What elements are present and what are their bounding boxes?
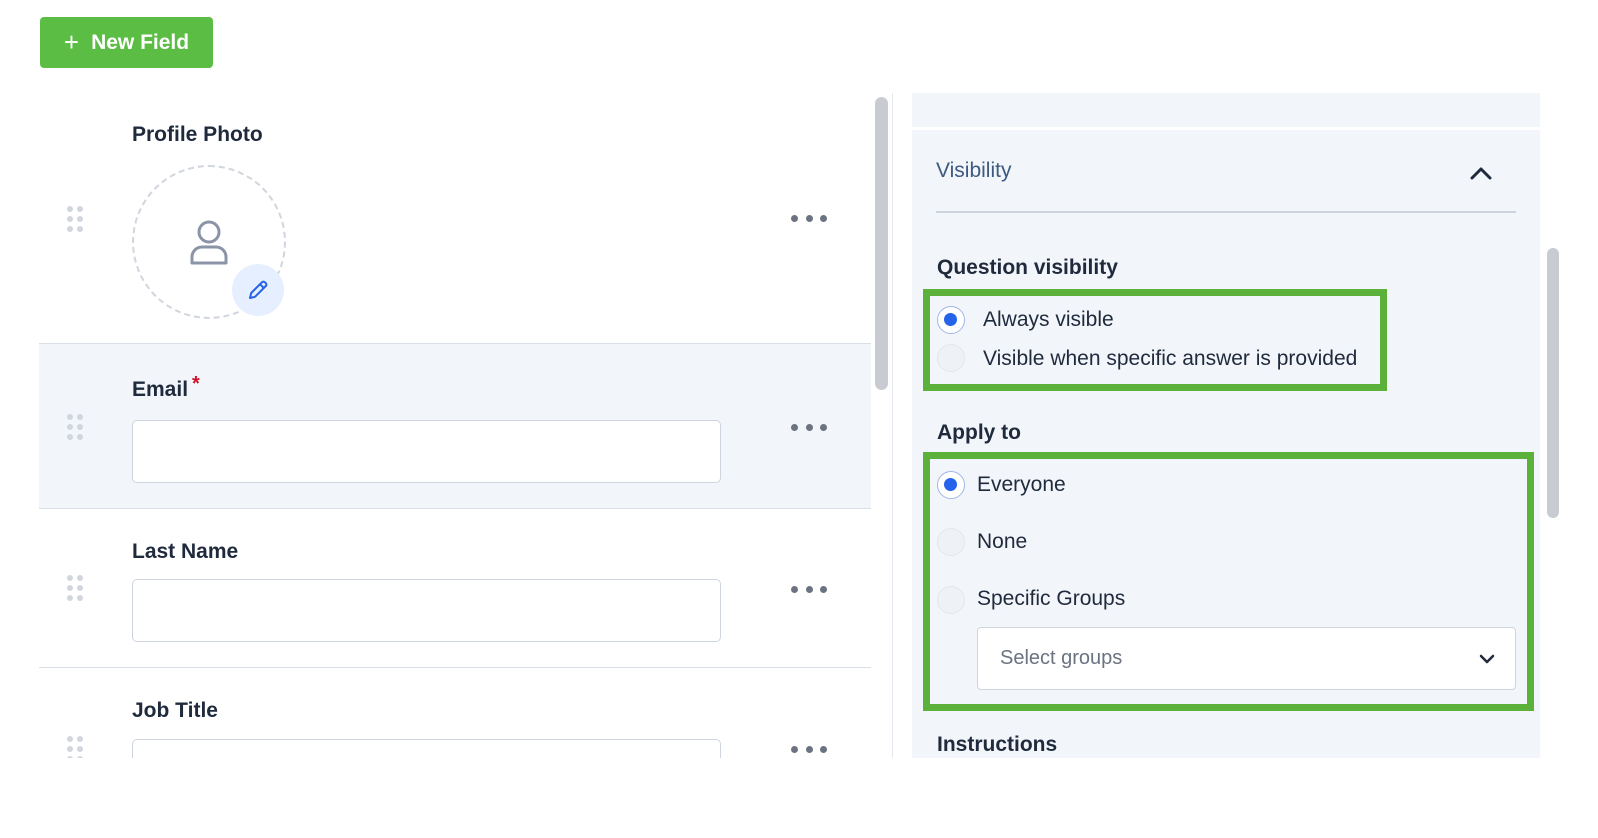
field-label-profile-photo: Profile Photo [132, 123, 263, 146]
drag-handle-icon[interactable] [67, 414, 85, 440]
edit-photo-button[interactable] [232, 264, 284, 316]
field-options-more-icon[interactable] [791, 744, 827, 754]
drag-handle-icon[interactable] [67, 206, 85, 232]
field-label-text: Email [132, 378, 189, 401]
email-input[interactable] [132, 420, 721, 483]
field-label-email: Email * [132, 373, 200, 402]
new-field-button[interactable]: + New Field [40, 17, 213, 68]
apply-to-label: Apply to [937, 421, 1021, 444]
field-row-last-name[interactable]: Last Name [39, 508, 871, 668]
field-row-email[interactable]: Email * [39, 343, 871, 509]
field-label-job-title: Job Title [132, 699, 218, 722]
drag-handle-icon[interactable] [67, 736, 85, 758]
chevron-up-icon[interactable] [1468, 163, 1494, 183]
field-row-job-title[interactable]: Job Title [39, 667, 871, 758]
panel-scrollbar-thumb[interactable] [1547, 248, 1559, 518]
plus-icon: + [63, 26, 80, 57]
user-icon [190, 220, 228, 265]
question-visibility-label: Question visibility [937, 256, 1118, 279]
highlight-question-visibility [923, 289, 1387, 391]
required-asterisk: * [192, 373, 200, 395]
pencil-icon [249, 280, 268, 299]
field-list-scrollbar-thumb[interactable] [875, 97, 888, 390]
visibility-section-title[interactable]: Visibility [936, 159, 1011, 183]
highlight-apply-to [923, 452, 1534, 711]
field-label-last-name: Last Name [132, 540, 239, 563]
field-options-more-icon[interactable] [791, 422, 827, 432]
last-name-input[interactable] [132, 579, 721, 642]
instructions-section-label: Instructions [937, 733, 1058, 756]
section-divider [936, 211, 1516, 213]
field-row-profile-photo[interactable]: Profile Photo [39, 93, 871, 344]
drag-handle-icon[interactable] [67, 575, 85, 601]
job-title-input[interactable] [132, 739, 721, 758]
panel-divider-top [912, 127, 1540, 130]
field-list: Profile Photo Email * Last Name Job Titl… [39, 93, 871, 758]
field-options-more-icon[interactable] [791, 584, 827, 594]
new-field-label: New Field [91, 30, 190, 54]
field-options-more-icon[interactable] [791, 213, 827, 223]
